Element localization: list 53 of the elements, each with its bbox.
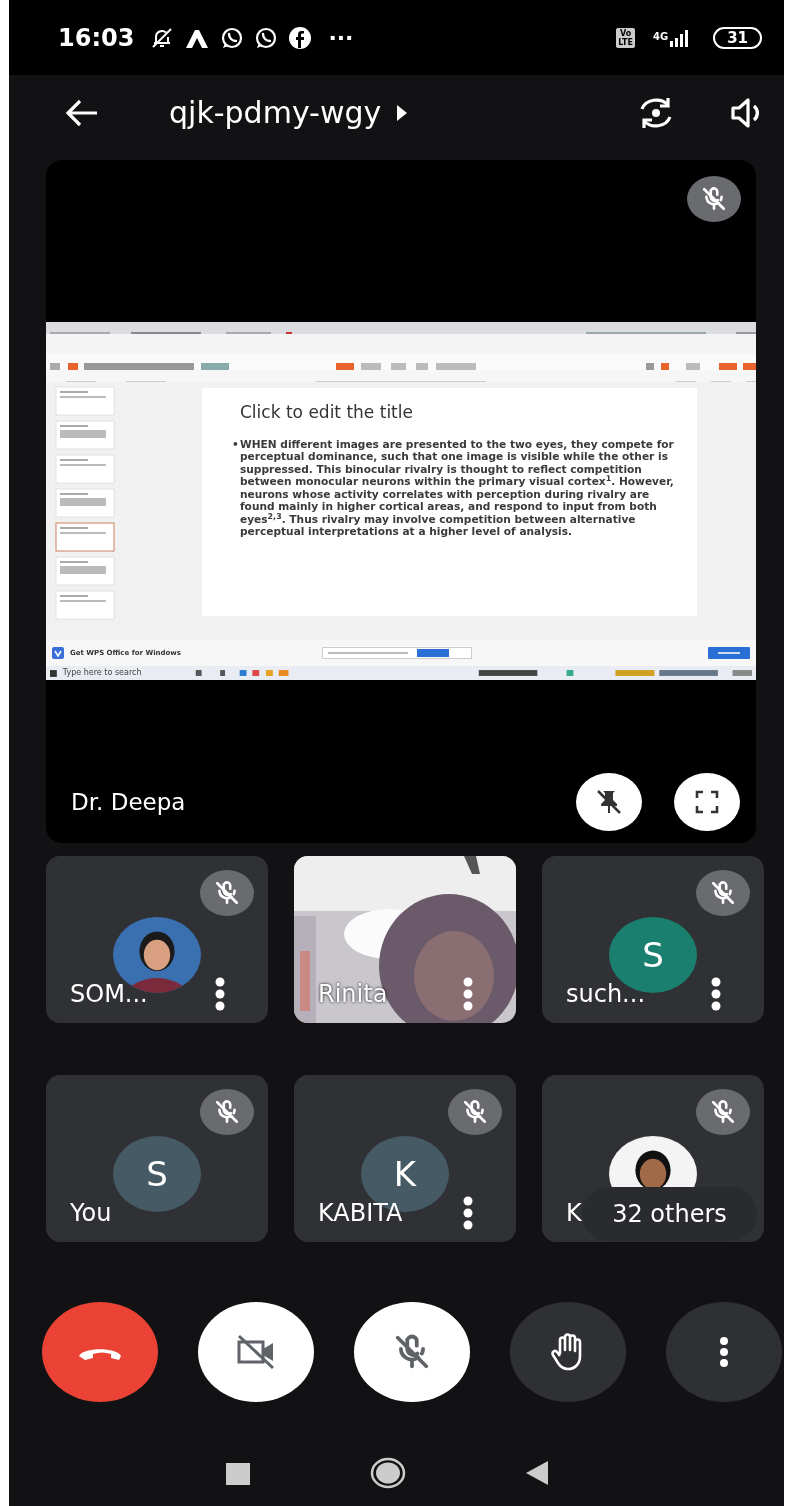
back-arrow-icon	[65, 97, 99, 128]
microphone-off-icon	[462, 1099, 488, 1125]
network-type: 4G	[652, 29, 669, 44]
microphone-off-icon	[214, 1099, 240, 1125]
chat-bubble-icon	[220, 25, 245, 50]
avatar: S	[113, 1136, 201, 1212]
windows-logo-icon	[50, 669, 57, 677]
circle-icon	[369, 1457, 406, 1489]
vertical-dots-icon	[214, 977, 226, 1011]
vertical-dots-icon	[462, 1196, 474, 1230]
play-triangle-icon	[397, 104, 408, 121]
meeting-code-button[interactable]: qjk-pdmy-wgy	[169, 90, 408, 135]
microphone-off-icon	[710, 880, 736, 906]
chat-bubble-icon	[254, 25, 279, 50]
unpin-icon	[595, 788, 623, 816]
bullet-mark: •	[232, 437, 240, 452]
vertical-dots-icon	[710, 977, 722, 1011]
home-button[interactable]	[369, 1457, 406, 1489]
download-button-drawing	[708, 647, 750, 659]
social-f-icon	[288, 25, 313, 50]
vertical-dots-icon	[719, 1337, 729, 1367]
slide-paragraph: WHEN different images are presented to the two eyes, they compete for perceptual dominance, such that one image is visible while the other is suppressed. This binocular rivalry is thought to reflect competition between monocular neurons within the primary visual cortex$^{1}$. However, neurons whose activity correlates with perception during rivalry are found mainly in higher cortical areas, and respond to input from both eyes$^{2,3}$. Thus rivalry may involve competition between alternative perceptual interpretations at a higher level of analysis.	[240, 437, 675, 538]
app-logo-icon	[52, 647, 64, 659]
square-icon	[225, 1462, 250, 1485]
participant-name: K	[566, 1198, 582, 1229]
participant-name: You	[70, 1198, 112, 1229]
battery-level: 31	[713, 26, 762, 49]
more-options-button[interactable]	[710, 977, 722, 1011]
slide-title: Click to edit the title	[240, 401, 414, 424]
back-button[interactable]	[65, 97, 99, 128]
participant-name: KABITA	[318, 1198, 403, 1229]
others-count[interactable]: 32 others	[582, 1187, 757, 1241]
triangle-back-icon	[525, 1461, 548, 1486]
volte-badge: Vo LTE	[616, 27, 635, 48]
vertical-dots-icon	[462, 977, 474, 1011]
back-nav-button[interactable]	[525, 1460, 548, 1486]
presenter-name: Dr. Deepa	[71, 787, 187, 817]
taskbar-search-field[interactable]: Type here to search	[62, 667, 180, 679]
microphone-off-icon	[214, 880, 240, 906]
microphone-off-icon	[710, 1099, 736, 1125]
fullscreen-icon	[695, 790, 719, 814]
participant-name: Rinita	[318, 979, 388, 1010]
microphone-off-icon	[701, 186, 727, 212]
recents-button[interactable]	[225, 1461, 250, 1485]
status-time: 16:03	[58, 22, 135, 54]
microphone-off-icon	[393, 1333, 431, 1371]
camera-off-icon	[235, 1333, 277, 1371]
participant-name: such...	[566, 979, 645, 1010]
more-options-button[interactable]	[214, 977, 226, 1011]
bell-off-icon	[150, 25, 175, 50]
participant-name: SOM...	[70, 979, 148, 1010]
more-options-button[interactable]	[462, 1196, 474, 1230]
more-notifications: ···	[328, 24, 354, 52]
